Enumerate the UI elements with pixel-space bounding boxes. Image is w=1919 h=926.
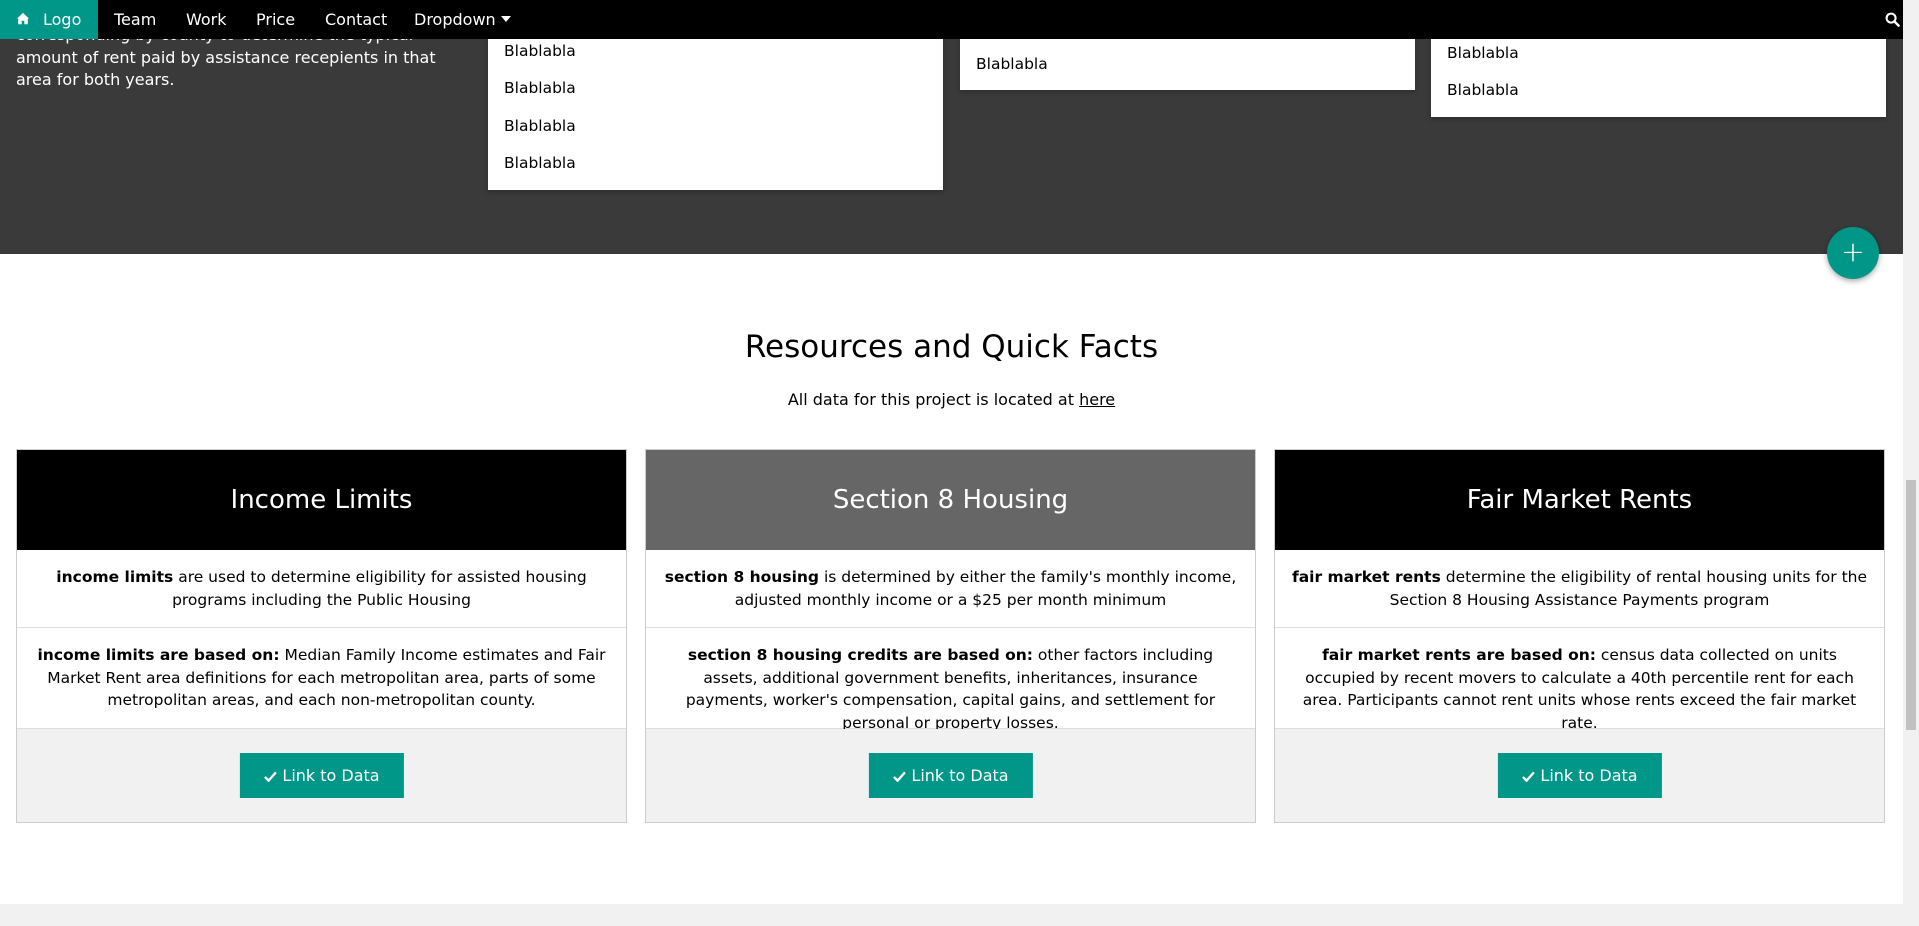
dropdown-card-1: Blablabla Blablabla Blablabla Blablabla <box>488 32 943 190</box>
panel-text: determine the eligibility of rental hous… <box>1389 568 1868 609</box>
list-item[interactable]: Blablabla <box>960 32 1415 90</box>
data-link[interactable]: here <box>1079 390 1115 409</box>
link-to-data-button[interactable]: Link to Data <box>239 753 404 798</box>
subtitle-text: All data for this project is located at <box>787 390 1080 409</box>
panel-basis: income limits are based on: Median Famil… <box>17 628 626 729</box>
navbar: Logo Team Work Price Contact Dropdown <box>0 0 1919 39</box>
panel-description: income limits are used to determine elig… <box>17 550 626 628</box>
list-item[interactable]: Blablabla <box>488 108 943 146</box>
scrollbar-track[interactable] <box>1903 0 1919 926</box>
list-item[interactable]: Blablabla <box>488 145 943 183</box>
button-label: Link to Data <box>911 766 1009 785</box>
nav-item-team[interactable]: Team <box>98 0 172 39</box>
nav-item-work[interactable]: Work <box>170 0 243 39</box>
panel-term: income limits are based on: <box>37 646 280 664</box>
scrollbar-thumb[interactable] <box>1906 480 1916 730</box>
add-fab-button[interactable]: + <box>1827 227 1879 279</box>
panel-term: section 8 housing credits are based on: <box>687 646 1033 664</box>
resources-subtitle: All data for this project is located at … <box>0 390 1903 409</box>
panel-description: section 8 housing is determined by eithe… <box>646 550 1255 628</box>
nav-dropdown[interactable]: Dropdown <box>398 0 527 39</box>
link-to-data-button[interactable]: Link to Data <box>868 753 1033 798</box>
panel-fair-market-rents: Fair Market Rents fair market rents dete… <box>1274 449 1885 823</box>
panel-header: Section 8 Housing <box>646 450 1255 550</box>
home-icon <box>16 12 30 25</box>
button-label: Link to Data <box>1540 766 1638 785</box>
panel-basis: fair market rents are based on: census d… <box>1275 628 1884 732</box>
link-to-data-button[interactable]: Link to Data <box>1497 753 1662 798</box>
panel-footer: Link to Data <box>17 729 626 822</box>
nav-dropdown-label: Dropdown <box>414 10 496 29</box>
dropdown-card-3: Blablabla Blablabla <box>1431 32 1886 117</box>
nav-logo-label: Logo <box>43 10 82 29</box>
page-title: Resources and Quick Facts <box>744 329 1159 365</box>
footer-strip <box>0 904 1903 926</box>
panel-section-8-housing: Section 8 Housing section 8 housing is d… <box>645 449 1256 823</box>
panel-basis: section 8 housing credits are based on: … <box>646 628 1255 732</box>
panel-header: Income Limits <box>17 450 626 550</box>
caret-down-icon <box>500 16 511 22</box>
panel-description: fair market rents determine the eligibil… <box>1275 550 1884 628</box>
list-item[interactable]: Blablabla <box>488 70 943 108</box>
panel-income-limits: Income Limits income limits are used to … <box>16 449 627 823</box>
check-icon <box>263 771 277 782</box>
button-label: Link to Data <box>282 766 380 785</box>
check-icon <box>1521 771 1535 782</box>
panel-footer: Link to Data <box>1275 729 1884 822</box>
dropdown-card-2: Blablabla <box>960 32 1415 90</box>
panel-header: Fair Market Rents <box>1275 450 1884 550</box>
panel-footer: Link to Data <box>646 729 1255 822</box>
search-icon <box>1885 12 1900 27</box>
panel-term: section 8 housing <box>664 568 820 586</box>
panel-term: fair market rents are based on: <box>1322 646 1596 664</box>
list-item[interactable]: Blablabla <box>1431 72 1886 110</box>
panel-term: fair market rents <box>1291 568 1441 586</box>
nav-item-price[interactable]: Price <box>240 0 311 39</box>
nav-item-contact[interactable]: Contact <box>309 0 403 39</box>
nav-logo[interactable]: Logo <box>0 0 98 39</box>
check-icon <box>892 771 906 782</box>
panel-term: income limits <box>56 568 174 586</box>
panel-text: are used to determine eligibility for as… <box>172 568 587 609</box>
